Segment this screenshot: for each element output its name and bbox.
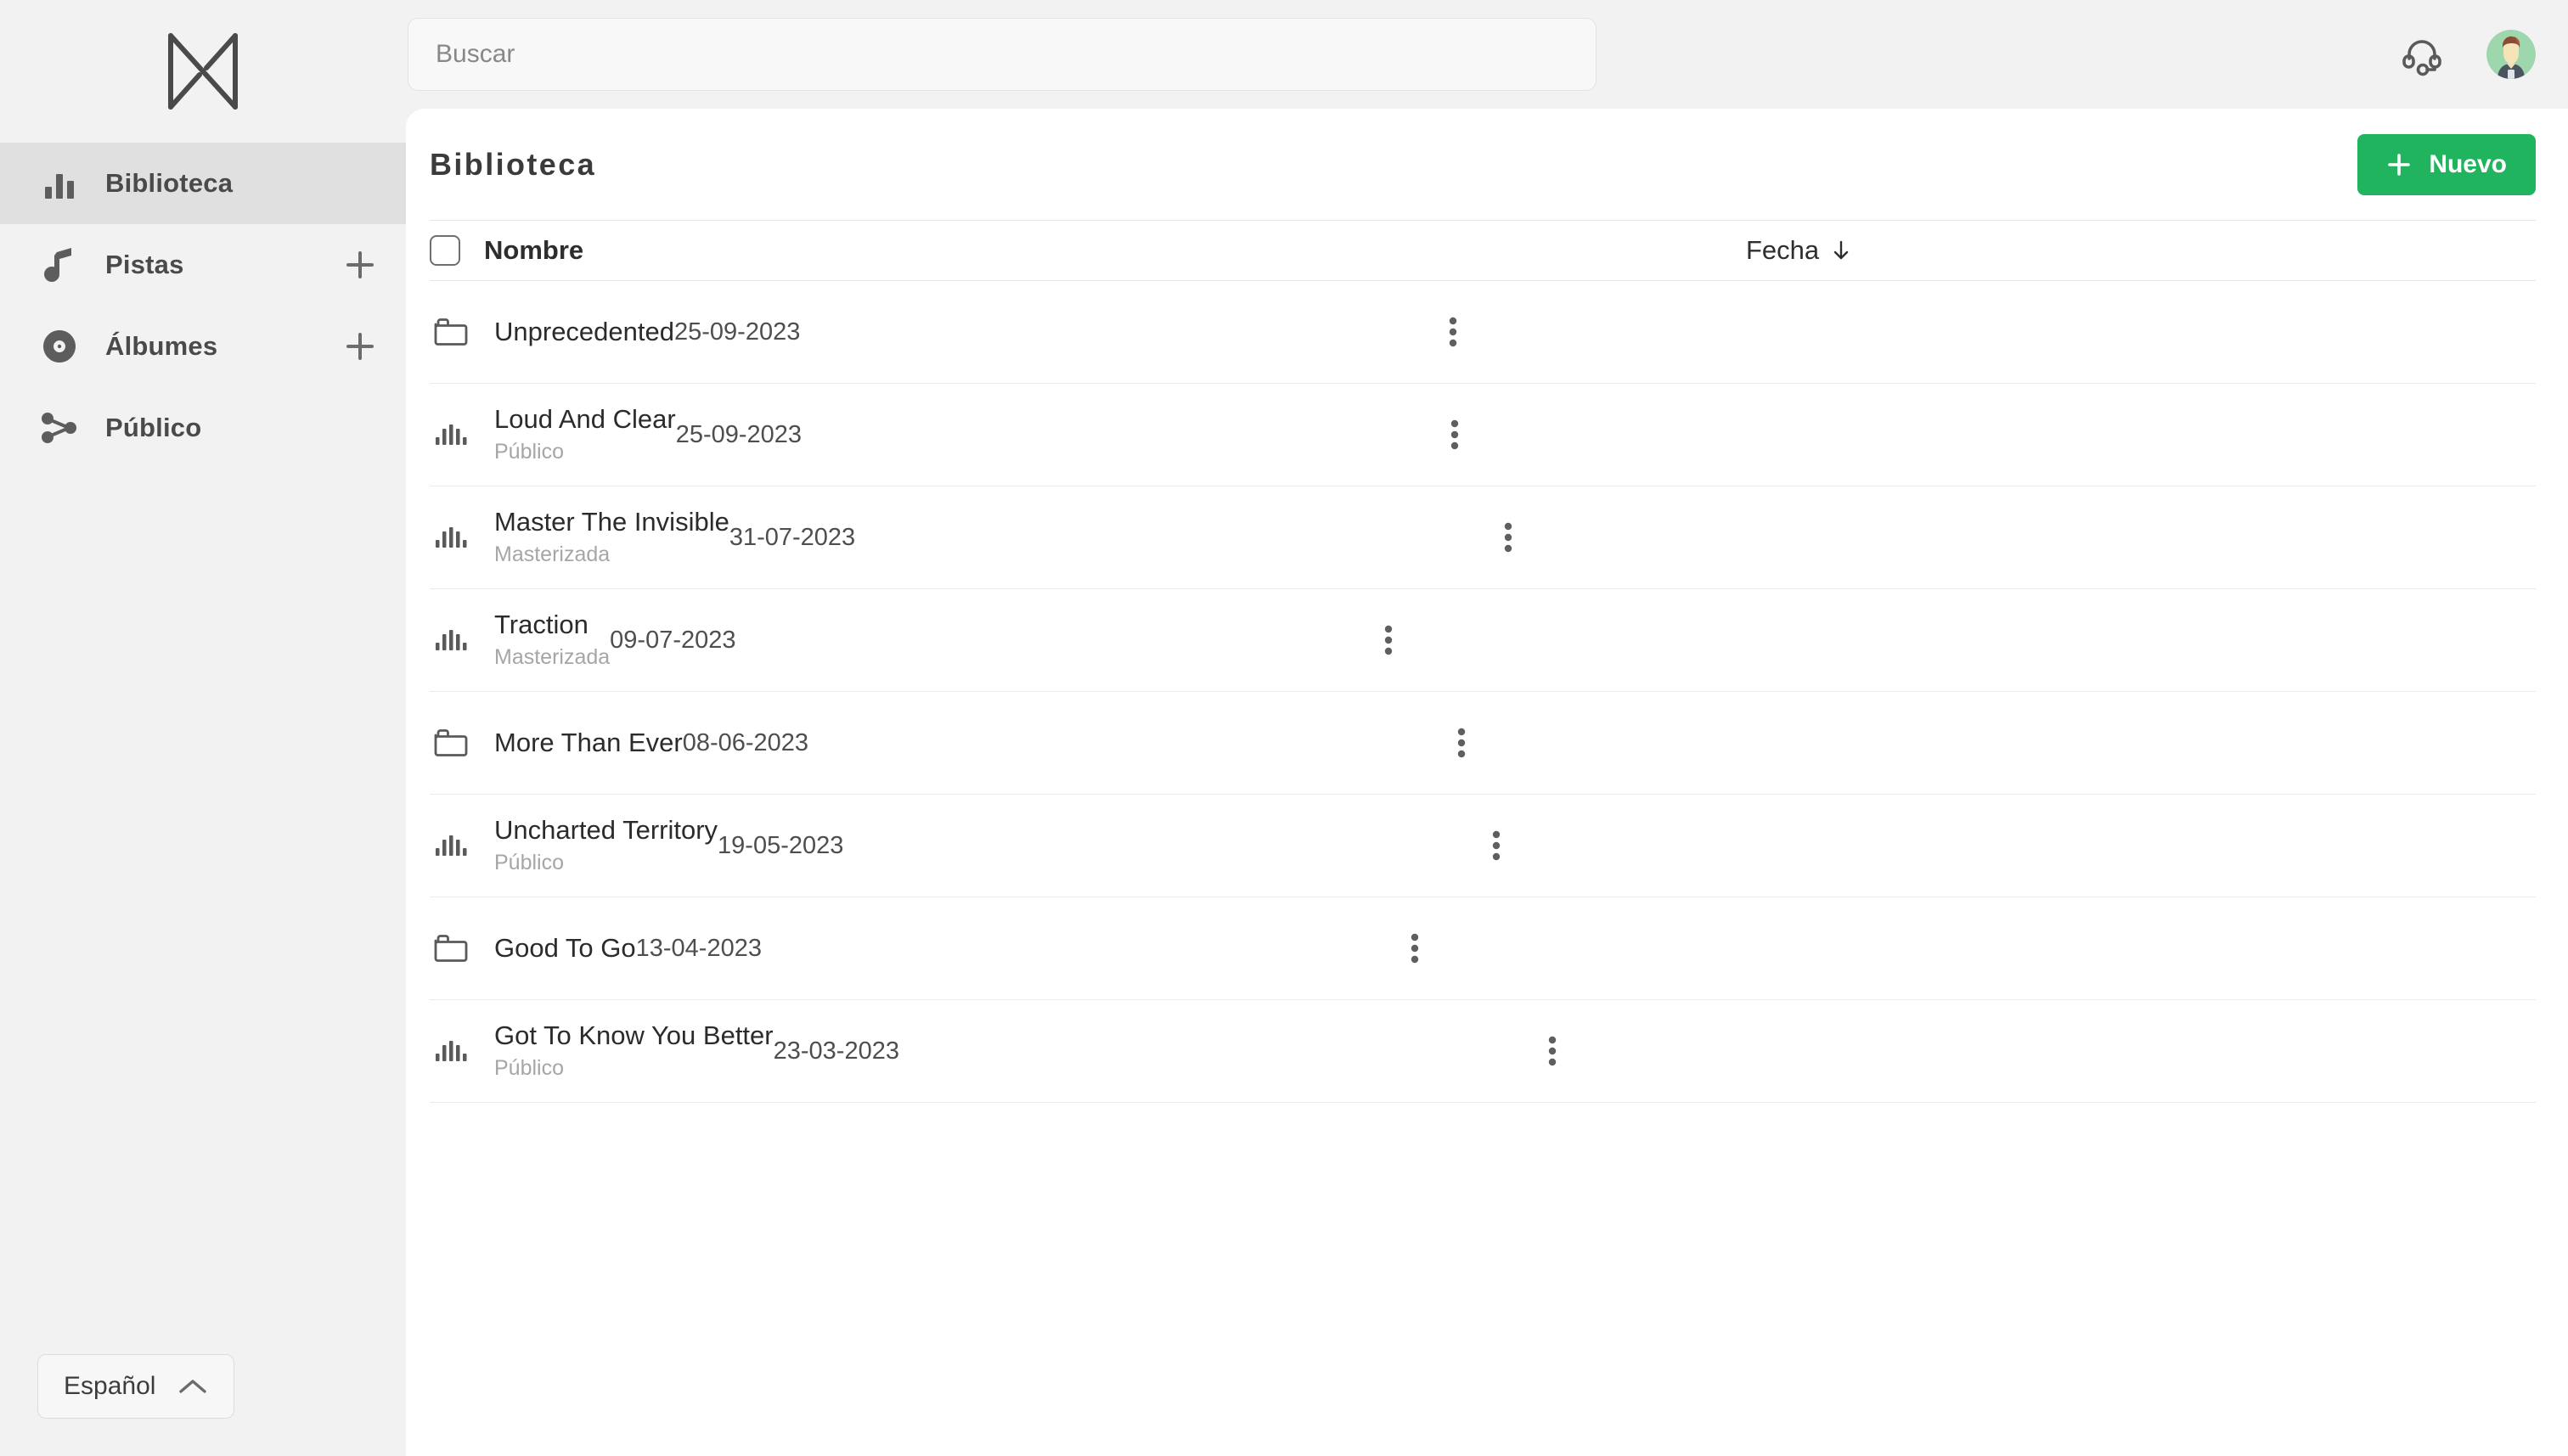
row-title: Unprecedented: [494, 317, 674, 347]
row-text: Good To Go: [494, 932, 636, 964]
add-pista-button[interactable]: [340, 245, 380, 285]
table-row[interactable]: More Than Ever 08-06-2023: [430, 692, 2536, 795]
row-subtitle: Público: [494, 1055, 564, 1080]
row-date: 31-07-2023: [729, 523, 856, 551]
table-row[interactable]: Uncharted Territory Público 19-05-2023: [430, 795, 2536, 897]
chevron-up-icon: [177, 1377, 208, 1396]
library-panel: Biblioteca Nuevo Nombre Fecha Unpreceden…: [406, 109, 2568, 1456]
sidebar-item-label: Pistas: [105, 250, 184, 279]
sidebar-nav: Biblioteca Pistas Álbumes Público: [0, 143, 406, 469]
row-date: 25-09-2023: [674, 318, 801, 346]
row-title: Master The Invisible: [494, 506, 729, 537]
row-text: Master The Invisible Masterizada: [494, 506, 729, 570]
row-subtitle: Masterizada: [494, 644, 611, 669]
select-all-checkbox[interactable]: [430, 235, 460, 266]
row-subtitle: Público: [494, 439, 564, 464]
waveform-icon: [431, 420, 470, 449]
right-pane: Biblioteca Nuevo Nombre: [406, 0, 2568, 1456]
sidebar-item-label: Biblioteca: [105, 168, 234, 198]
row-title: Got To Know You Better: [494, 1020, 774, 1050]
column-date-sort[interactable]: Fecha: [1746, 235, 2459, 266]
table-row[interactable]: Master The Invisible Masterizada 31-07-2…: [430, 486, 2536, 589]
row-title: Uncharted Territory: [494, 814, 718, 845]
library-table: Nombre Fecha Unprecedented 25-09-2023 Lo…: [406, 220, 2568, 1456]
row-date: 25-09-2023: [675, 420, 802, 448]
row-date: 13-04-2023: [635, 934, 762, 962]
music-note-icon: [37, 247, 82, 283]
vinyl-record-icon: [37, 329, 82, 363]
row-text: Unprecedented: [494, 316, 674, 347]
sidebar-item-albumes[interactable]: Álbumes: [0, 306, 406, 387]
app-logo[interactable]: [0, 0, 406, 143]
row-text: Uncharted Territory Público: [494, 814, 718, 878]
row-menu-button[interactable]: [1487, 1035, 1563, 1067]
app-root: Biblioteca Pistas Álbumes Público Españo…: [0, 0, 2568, 1456]
topbar: [406, 0, 2568, 109]
table-row[interactable]: Traction Masterizada 09-07-2023: [430, 589, 2536, 692]
row-title: Loud And Clear: [494, 403, 676, 434]
waveform-icon: [431, 1037, 470, 1065]
folder-icon: [431, 318, 470, 346]
folder-icon: [431, 934, 470, 963]
table-row[interactable]: Loud And Clear Público 25-09-2023: [430, 384, 2536, 486]
row-title: More Than Ever: [494, 728, 683, 758]
table-row[interactable]: Got To Know You Better Público 23-03-202…: [430, 1000, 2536, 1103]
row-text: More Than Ever: [494, 727, 683, 758]
page-title: Biblioteca: [430, 146, 597, 182]
waveform-icon: [431, 523, 470, 552]
share-icon: [37, 412, 82, 444]
sidebar-item-publico[interactable]: Público: [0, 387, 406, 469]
row-subtitle: Público: [494, 850, 564, 874]
sidebar-item-label: Álbumes: [105, 331, 218, 361]
landr-logo-icon: [168, 33, 238, 110]
sidebar: Biblioteca Pistas Álbumes Público Españo…: [0, 0, 406, 1456]
table-body: Unprecedented 25-09-2023 Loud And Clear …: [430, 281, 2536, 1103]
bar-chart-icon: [37, 166, 82, 200]
waveform-icon: [431, 626, 470, 655]
column-header-name: Nombre: [484, 235, 584, 265]
row-menu-button[interactable]: [1323, 624, 1399, 656]
arrow-down-icon: [1831, 239, 1851, 262]
row-title: Good To Go: [494, 933, 636, 964]
row-date: 09-07-2023: [610, 626, 736, 654]
new-button-label: Nuevo: [2429, 149, 2507, 178]
search-box[interactable]: [408, 18, 1597, 91]
panel-header: Biblioteca Nuevo: [406, 109, 2568, 220]
sidebar-item-biblioteca[interactable]: Biblioteca: [0, 143, 406, 224]
column-header-date: Fecha: [1746, 235, 1820, 265]
new-button[interactable]: Nuevo: [2357, 133, 2536, 195]
user-avatar: [2486, 30, 2536, 79]
topbar-actions: [2396, 29, 2541, 80]
avatar[interactable]: [2486, 30, 2536, 79]
row-title: Traction: [494, 609, 588, 639]
row-date: 19-05-2023: [718, 831, 844, 859]
row-menu-button[interactable]: [1443, 521, 1519, 554]
row-menu-button[interactable]: [1388, 316, 1464, 348]
row-text: Got To Know You Better Público: [494, 1020, 774, 1083]
column-name: Nombre: [430, 235, 1746, 266]
language-label: Español: [64, 1372, 156, 1400]
search-input[interactable]: [436, 40, 1568, 69]
headset-icon[interactable]: [2396, 29, 2447, 80]
row-menu-button[interactable]: [1389, 419, 1466, 451]
row-text: Loud And Clear Público: [494, 403, 676, 467]
row-date: 08-06-2023: [682, 728, 809, 756]
plus-icon: [2386, 152, 2412, 177]
row-date: 23-03-2023: [773, 1037, 899, 1065]
table-header-row: Nombre Fecha: [430, 220, 2536, 281]
row-menu-button[interactable]: [1349, 932, 1426, 964]
table-row[interactable]: Unprecedented 25-09-2023: [430, 281, 2536, 384]
row-text: Traction Masterizada: [494, 609, 610, 672]
sidebar-item-label: Público: [105, 413, 202, 442]
language-selector-wrap: Español: [0, 1354, 406, 1456]
row-menu-button[interactable]: [1396, 727, 1473, 759]
add-album-button[interactable]: [340, 326, 380, 367]
language-selector[interactable]: Español: [37, 1354, 235, 1419]
row-subtitle: Masterizada: [494, 542, 611, 566]
waveform-icon: [431, 831, 470, 860]
folder-icon: [431, 728, 470, 757]
sidebar-item-pistas[interactable]: Pistas: [0, 224, 406, 306]
table-row[interactable]: Good To Go 13-04-2023: [430, 897, 2536, 1000]
row-menu-button[interactable]: [1431, 829, 1507, 862]
